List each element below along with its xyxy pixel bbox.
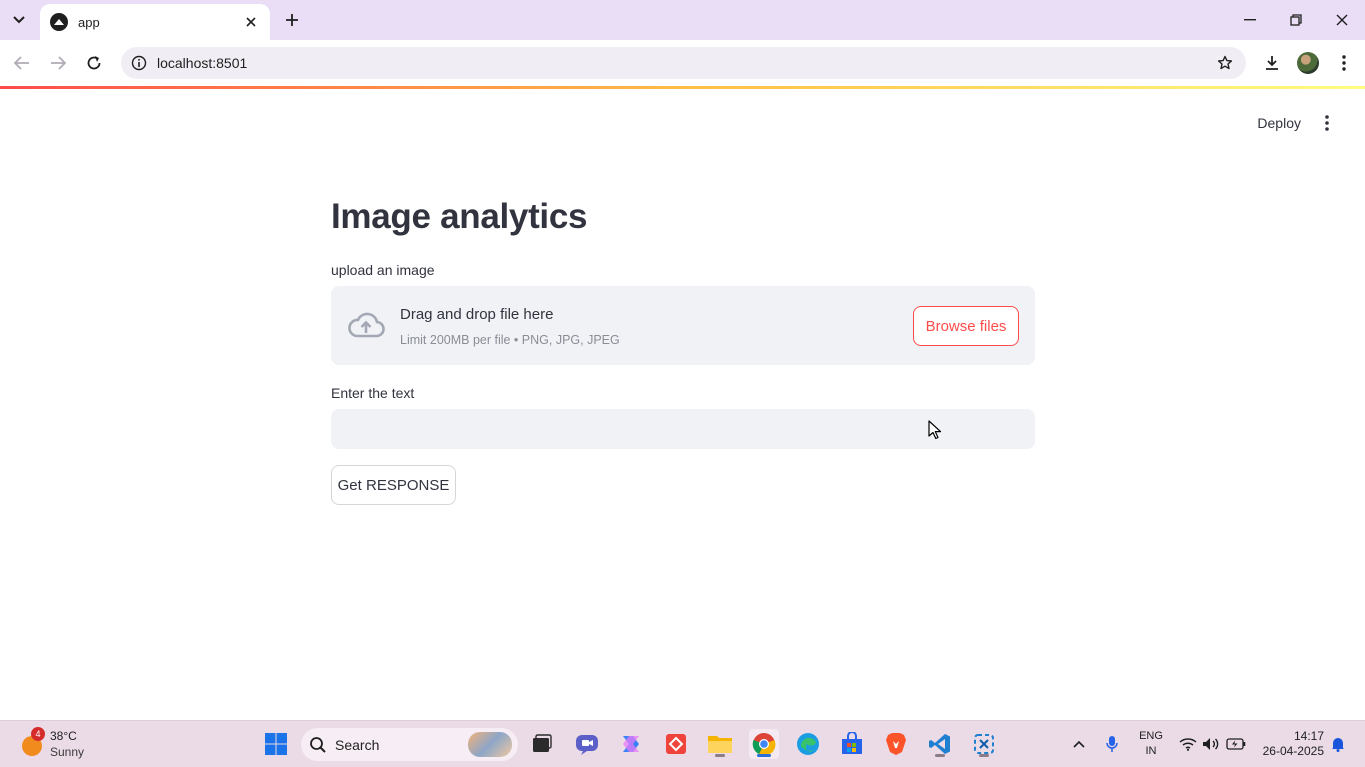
page-title: Image analytics [331, 197, 588, 236]
battery-icon[interactable] [1224, 730, 1248, 758]
weather-badge: 4 [31, 727, 45, 741]
edge-icon[interactable] [793, 729, 823, 759]
microphone-icon[interactable] [1101, 730, 1123, 758]
address-bar[interactable]: localhost:8501 [121, 47, 1246, 79]
dropzone-limits: Limit 200MB per file • PNG, JPG, JPEG [400, 333, 620, 347]
clock-time: 14:17 [1293, 729, 1324, 743]
teams-meet-icon[interactable] [572, 729, 602, 759]
show-hidden-icons-chevron-up-icon[interactable] [1068, 730, 1090, 758]
file-dropzone[interactable]: Drag and drop file here Limit 200MB per … [331, 286, 1035, 365]
deploy-button[interactable]: Deploy [1257, 115, 1301, 131]
wifi-icon[interactable] [1177, 730, 1199, 758]
url-text: localhost:8501 [157, 55, 248, 71]
brave-icon[interactable] [881, 729, 911, 759]
close-window-icon[interactable] [1324, 6, 1360, 34]
back-arrow-icon[interactable] [8, 50, 36, 76]
anydesk-icon[interactable] [661, 729, 691, 759]
running-indicator [979, 754, 989, 757]
chrome-icon[interactable] [749, 729, 779, 759]
weather-widget[interactable]: 4 38°C Sunny [18, 727, 128, 763]
search-icon [310, 736, 326, 753]
dropzone-instructions: Drag and drop file here [400, 306, 554, 323]
file-explorer-icon[interactable] [705, 729, 735, 759]
browse-files-button[interactable]: Browse files [913, 306, 1019, 346]
running-indicator [715, 754, 725, 757]
restore-icon[interactable] [1278, 6, 1314, 34]
chevron-down-icon [13, 16, 25, 24]
search-highlight-image [468, 732, 512, 757]
taskbar-search[interactable]: Search [301, 728, 518, 761]
site-info-icon[interactable] [123, 55, 155, 71]
vscode-icon[interactable] [925, 729, 955, 759]
tab-close-icon[interactable] [242, 13, 260, 31]
language-indicator[interactable]: ENG IN [1136, 729, 1166, 759]
avatar [1297, 52, 1319, 74]
cloud-upload-icon [348, 312, 385, 338]
weather-temperature: 38°C [50, 729, 77, 743]
copilot-icon[interactable] [616, 729, 646, 759]
weather-description: Sunny [50, 745, 85, 759]
reload-icon[interactable] [80, 50, 108, 76]
browser-toolbar: localhost:8501 [0, 40, 1365, 86]
clock-date: 26-04-2025 [1262, 744, 1324, 758]
forward-arrow-icon[interactable] [44, 50, 72, 76]
windows-start-icon[interactable] [261, 729, 291, 759]
tab-app[interactable]: app [40, 4, 270, 40]
browser-menu-icon[interactable] [1330, 50, 1358, 76]
running-indicator [935, 754, 945, 757]
streamlit-favicon-icon [50, 13, 68, 31]
bookmark-star-icon[interactable] [1210, 55, 1240, 71]
language-code: ENG [1139, 730, 1163, 742]
language-region: IN [1145, 745, 1157, 757]
windows-taskbar: 4 38°C Sunny Search ENG IN 14:17 26-04-2… [0, 720, 1365, 767]
system-clock[interactable]: 14:17 26-04-2025 [1256, 729, 1324, 759]
task-view-icon[interactable] [527, 729, 557, 759]
profile-avatar[interactable] [1294, 50, 1322, 76]
tab-title: app [78, 14, 100, 30]
tab-search-button[interactable] [6, 8, 32, 32]
text-input-label: Enter the text [331, 385, 415, 401]
browser-tabstrip: app [0, 0, 1365, 40]
mouse-cursor-icon [928, 420, 942, 440]
get-response-button[interactable]: Get RESPONSE [331, 465, 456, 505]
search-label: Search [335, 736, 380, 753]
upload-label: upload an image [331, 262, 435, 278]
notification-bell-icon[interactable] [1327, 730, 1349, 758]
active-indicator [757, 754, 771, 757]
minimize-icon[interactable] [1232, 6, 1268, 34]
app-menu-icon[interactable] [1317, 111, 1337, 135]
volume-icon[interactable] [1200, 730, 1222, 758]
app-main: Deploy Image analytics upload an image D… [0, 89, 1365, 720]
microsoft-store-icon[interactable] [837, 729, 867, 759]
new-tab-plus-icon[interactable] [280, 8, 304, 32]
snipping-tool-icon[interactable] [969, 729, 999, 759]
download-icon[interactable] [1258, 50, 1286, 76]
